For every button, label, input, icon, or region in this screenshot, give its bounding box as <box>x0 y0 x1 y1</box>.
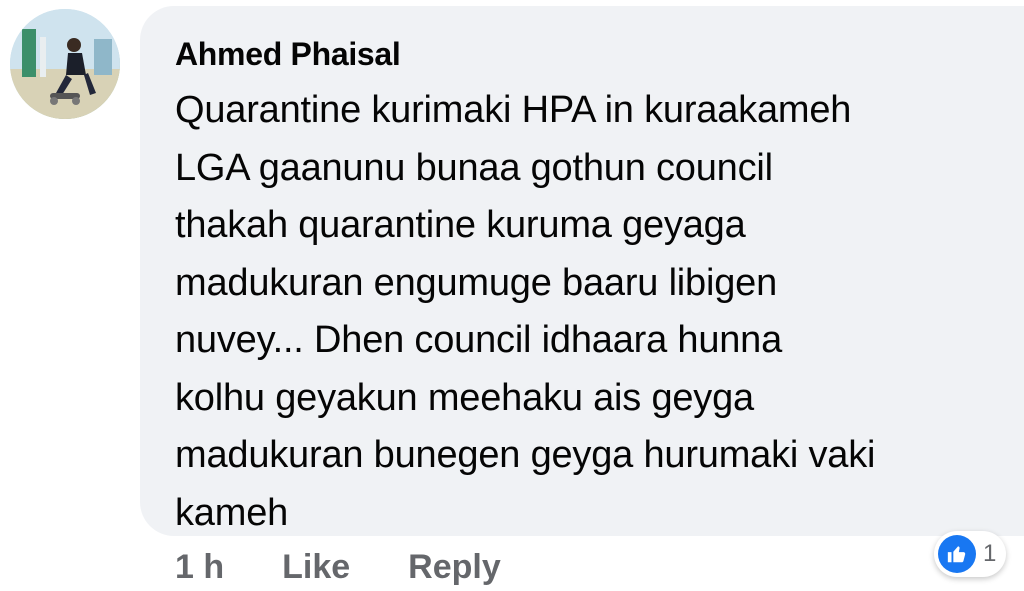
avatar-photo <box>10 9 120 119</box>
reply-button[interactable]: Reply <box>408 548 501 587</box>
comment-actions: 1 h Like Reply <box>175 548 501 587</box>
like-button[interactable]: Like <box>282 548 350 587</box>
comment-bubble: Ahmed Phaisal Quarantine kurimaki HPA in… <box>140 6 1024 536</box>
comment-author[interactable]: Ahmed Phaisal <box>175 34 1024 74</box>
comment-text: Quarantine kurimaki HPA in kuraakameh LG… <box>175 89 876 534</box>
reaction-summary[interactable]: 1 <box>934 531 1007 577</box>
reaction-count: 1 <box>983 540 997 567</box>
comment-timestamp[interactable]: 1 h <box>175 548 224 587</box>
avatar[interactable] <box>10 9 120 119</box>
comment: Ahmed Phaisal Quarantine kurimaki HPA in… <box>0 0 1024 591</box>
like-thumb-icon <box>938 535 976 573</box>
